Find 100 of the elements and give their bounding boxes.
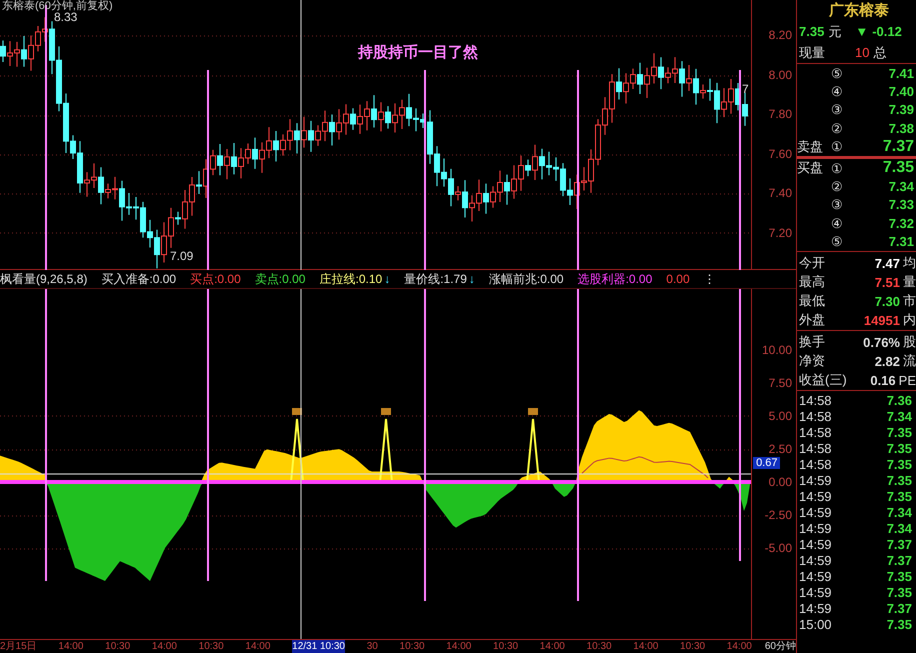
time-axis-label: 10:30 <box>198 640 224 653</box>
high-price-label: 8.33 <box>54 10 78 24</box>
trade-price: 7.34 <box>886 505 912 520</box>
volume-value: 10 <box>855 45 870 60</box>
stat-label: 股 <box>903 333 916 352</box>
time-axis-label: 10:30 <box>105 640 130 653</box>
trade-price: 7.35 <box>886 489 912 504</box>
trade-time: 14:58 <box>799 409 832 424</box>
currency-unit: 元 <box>828 22 842 40</box>
down-arrow-icon: ▼ <box>855 24 868 39</box>
price-axis-label: 7.40 <box>768 186 792 200</box>
order-level: ② <box>831 120 844 136</box>
time-axis-label: 10:30 <box>586 640 612 653</box>
order-level: ② <box>831 179 844 194</box>
trade-time: 14:59 <box>799 601 832 616</box>
low-price-label: 7.09 <box>170 249 194 263</box>
spike-line <box>379 418 393 482</box>
stat-label: 外盘 <box>799 311 825 330</box>
indicator-axis-label: 2.50 <box>768 442 792 456</box>
order-price: 7.32 <box>888 216 914 231</box>
trade-time: 14:59 <box>799 537 832 552</box>
stock-name: 广东榕泰 <box>829 1 889 20</box>
time-axis-label: 14:00 <box>726 640 752 653</box>
trade-price: 7.35 <box>886 569 912 584</box>
order-price: 7.40 <box>888 84 914 100</box>
period-label: 60分钟 <box>764 640 796 653</box>
price-axis-label: 8.20 <box>768 28 792 42</box>
trade-time: 14:59 <box>799 553 832 568</box>
price-change: -0.12 <box>872 24 902 39</box>
indicator-axis-label: 5.00 <box>768 409 792 424</box>
stat-value: 7.30 <box>874 294 900 309</box>
stat-value: 0.16 <box>869 372 896 388</box>
indicator-axis-label: 7.50 <box>768 376 792 390</box>
indicator-axis-label: -5.00 <box>764 541 792 556</box>
trade-price: 7.35 <box>886 441 912 456</box>
order-level: ① <box>831 139 844 154</box>
stat-label: 内 <box>903 311 916 330</box>
time-axis-label: 14:00 <box>633 640 658 653</box>
time-axis-label: 10:30 <box>400 640 425 653</box>
trade-price: 7.35 <box>886 473 912 488</box>
banner-text: 持股持币一目了然 <box>358 43 478 62</box>
order-price: 7.33 <box>888 197 914 212</box>
price-axis-label: 7.80 <box>768 107 792 121</box>
order-level: ① <box>831 160 844 176</box>
stat-label: 净资 <box>799 352 825 370</box>
stat-value: 14951 <box>862 312 900 328</box>
order-price: 7.38 <box>888 120 914 136</box>
stat-label: 流 <box>903 352 916 370</box>
order-level: ⑤ <box>831 234 844 250</box>
trade-price: 7.37 <box>886 553 912 568</box>
order-side-label: 买盘 <box>797 159 824 178</box>
time-axis-label: 14:00 <box>446 640 472 653</box>
time-axis-label: 14:00 <box>152 640 177 653</box>
indicator-value: 庄拉线:0.10 ↓ <box>319 270 390 288</box>
stat-value: 7.47 <box>874 256 900 271</box>
indicator-value: 涨幅前兆:0.00 <box>488 270 564 288</box>
indicator-axis-label: 0.00 <box>768 475 792 490</box>
stat-label: PE <box>898 372 916 388</box>
trade-time: 15:00 <box>799 617 832 632</box>
order-level: ④ <box>831 84 844 100</box>
value-badge: 0.67 <box>753 457 780 470</box>
spike-line <box>526 418 540 482</box>
price-axis-label: 7.20 <box>768 226 792 240</box>
trade-time: 14:59 <box>799 569 832 584</box>
order-level: ③ <box>831 197 844 212</box>
trade-time: 14:58 <box>799 457 832 472</box>
indicator-value: 枫看量(9,26,5,8) <box>0 270 88 288</box>
indicator-value: 0.00 <box>666 272 690 286</box>
marker-icon <box>528 408 538 416</box>
price-axis-label: 7.60 <box>768 146 792 160</box>
time-axis-label: 10:30 <box>680 640 706 653</box>
trade-price: 7.35 <box>886 585 912 600</box>
chart-title: 东榕泰(60分钟,前复权) <box>2 0 113 12</box>
stat-value: 0.76% <box>862 334 900 350</box>
indicator-value: 卖点:0.00 <box>254 270 306 288</box>
trade-time: 14:59 <box>799 585 832 600</box>
stat-label: 最低 <box>799 292 825 310</box>
time-axis-label: 12/31 10:30 <box>292 640 345 653</box>
last-price: 7.35 <box>799 24 824 39</box>
trade-price: 7.36 <box>886 393 912 408</box>
marker-icon <box>381 408 391 416</box>
indicator-axis-label: 10.00 <box>762 343 792 358</box>
order-price: 7.41 <box>888 66 914 81</box>
trade-time: 14:59 <box>799 473 832 488</box>
trade-price: 7.37 <box>886 537 912 552</box>
indicator-value: 量价线:1.79 ↓ <box>404 270 475 288</box>
order-price: 7.39 <box>888 102 914 118</box>
stat-label: 量 <box>903 273 916 292</box>
time-axis-label: 30 <box>366 640 378 653</box>
order-price: 7.31 <box>888 234 914 250</box>
spike-line <box>290 418 304 482</box>
trade-time: 14:58 <box>799 425 832 440</box>
indicator-value: 选股利器:0.00 <box>578 270 652 288</box>
trade-time: 14:59 <box>799 505 832 520</box>
stat-label: 最高 <box>799 273 825 292</box>
indicator-axis-label: -2.50 <box>764 508 792 522</box>
trade-price: 7.37 <box>886 601 912 616</box>
trade-price: 7.35 <box>886 425 912 440</box>
order-price: 7.35 <box>882 159 914 178</box>
stat-value: 2.82 <box>874 354 900 369</box>
